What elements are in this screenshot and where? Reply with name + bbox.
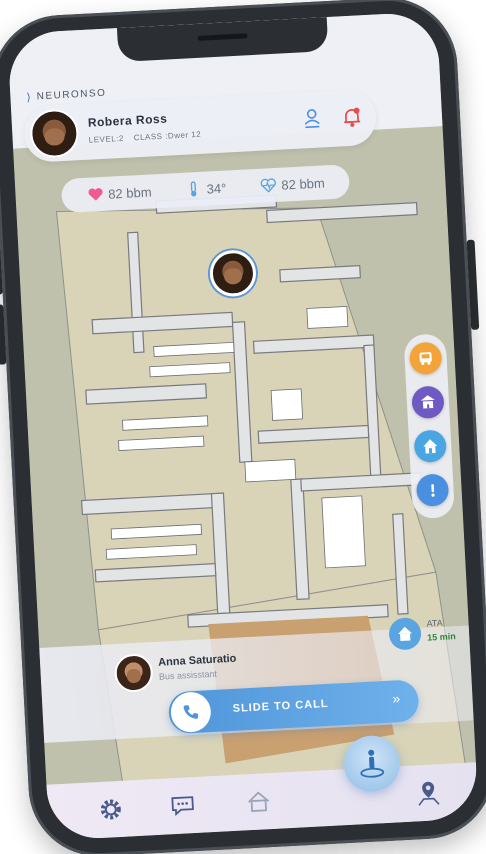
- person-location-icon: [360, 749, 385, 778]
- chevron-right-icon: »: [391, 690, 401, 707]
- home-icon: [248, 791, 270, 812]
- gear-icon: [100, 799, 121, 820]
- speaker: [197, 33, 248, 41]
- vital-temperature: 34°: [184, 179, 227, 199]
- vital-value: 82 bbm: [107, 183, 152, 202]
- nav-settings[interactable]: [95, 795, 126, 825]
- quick-home-button[interactable]: [413, 429, 448, 464]
- vital-value: 34°: [206, 180, 227, 197]
- slide-call-handle[interactable]: [169, 691, 212, 734]
- eta-time: 15 min: [427, 631, 457, 643]
- brand-name: NEURONSO: [36, 87, 107, 103]
- phone-icon: [183, 705, 199, 719]
- profile-class: CLASS :Dwer 12: [133, 129, 202, 143]
- quick-info-button[interactable]: [415, 473, 450, 507]
- quick-school-button[interactable]: [411, 385, 445, 420]
- slide-call-label: SLIDE TO CALL: [232, 697, 329, 715]
- eta-label: ATA: [426, 617, 443, 629]
- avatar[interactable]: [29, 108, 80, 159]
- profile-meta: LEVEL:2 CLASS :Dwer 12: [89, 130, 202, 145]
- heart-pulse-icon: [260, 178, 276, 193]
- bus-icon: [419, 352, 432, 365]
- home-icon: [423, 439, 438, 454]
- vital-value: 82 bbm: [280, 174, 326, 193]
- vital-heart-rate: 82 bbm: [86, 182, 152, 203]
- quick-bus-button[interactable]: [408, 341, 443, 376]
- phone-frame: ⟩ NEURONSO Robera Ross LEVEL:2 CLASS :Dw…: [0, 0, 486, 854]
- profile-name: Robera Ross: [87, 111, 168, 130]
- heart-icon: [88, 188, 103, 201]
- brand-logo-icon: ⟩: [26, 91, 32, 104]
- user-profile-icon[interactable]: [301, 107, 322, 130]
- profile-level: LEVEL:2: [88, 133, 125, 145]
- nav-chat[interactable]: [167, 791, 198, 821]
- nav-home[interactable]: [243, 787, 274, 817]
- map-pin-icon: [418, 781, 440, 806]
- nav-map[interactable]: [413, 778, 444, 808]
- notification-bell-icon[interactable]: [341, 105, 362, 128]
- chat-icon: [171, 796, 194, 816]
- vital-pulse: 82 bbm: [259, 173, 325, 194]
- thermometer-icon: [190, 181, 197, 197]
- home-icon: [398, 626, 413, 642]
- info-icon: [431, 484, 435, 497]
- app-screen: ⟩ NEURONSO Robera Ross LEVEL:2 CLASS :Dw…: [7, 11, 479, 841]
- school-icon: [420, 395, 435, 409]
